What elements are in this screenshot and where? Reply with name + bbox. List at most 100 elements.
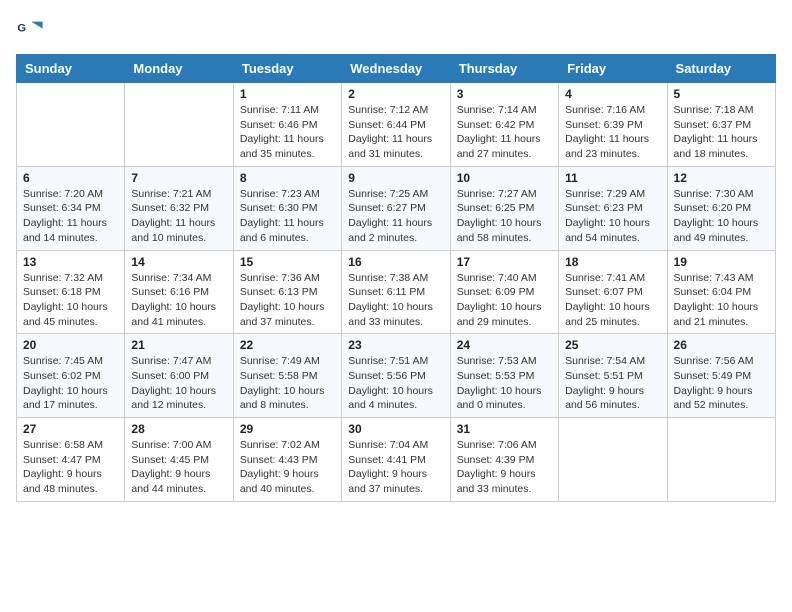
day-number: 29 xyxy=(240,422,335,436)
calendar-week-5: 27 Sunrise: 6:58 AMSunset: 4:47 PM Dayligh… xyxy=(17,418,776,502)
cell-info: Daylight: 10 hours and 8 minutes. xyxy=(240,384,335,413)
cell-info: Sunrise: 7:06 AM xyxy=(457,438,552,453)
cell-info: Sunset: 6:02 PM xyxy=(23,369,118,384)
calendar-cell: 17Sunrise: 7:40 AMSunset: 6:09 PMDayligh… xyxy=(450,250,558,334)
day-number: 26 xyxy=(674,338,769,352)
cell-info: Sunset: 5:53 PM xyxy=(457,369,552,384)
cell-info: Sunrise: 7:12 AM xyxy=(348,103,443,118)
day-number: 27 xyxy=(23,422,118,436)
cell-info: Sunset: 5:49 PM xyxy=(674,369,769,384)
day-number: 10 xyxy=(457,171,552,185)
cell-info: Daylight: 9 hours and 44 minutes. xyxy=(131,467,226,496)
cell-info: Daylight: 11 hours and 10 minutes. xyxy=(131,216,226,245)
cell-info: Daylight: 10 hours and 45 minutes. xyxy=(23,300,118,329)
cell-info: Daylight: 11 hours and 18 minutes. xyxy=(674,132,769,161)
page-header: G xyxy=(16,16,776,44)
cell-info: Sunrise: 7:36 AM xyxy=(240,271,335,286)
cell-info: Sunrise: 7:32 AM xyxy=(23,271,118,286)
day-number: 20 xyxy=(23,338,118,352)
cell-info: Daylight: 10 hours and 29 minutes. xyxy=(457,300,552,329)
cell-info: Sunrise: 7:51 AM xyxy=(348,354,443,369)
calendar-cell: 31 Sunrise: 7:06 AMSunset: 4:39 PMDayligh… xyxy=(450,418,558,502)
cell-info: Sunset: 4:39 PM xyxy=(457,453,552,468)
day-number: 2 xyxy=(348,87,443,101)
cell-info: Sunset: 4:41 PM xyxy=(348,453,443,468)
cell-info: Daylight: 9 hours and 33 minutes. xyxy=(457,467,552,496)
calendar-cell: 18Sunrise: 7:41 AMSunset: 6:07 PMDayligh… xyxy=(559,250,667,334)
calendar-cell: 14Sunrise: 7:34 AMSunset: 6:16 PMDayligh… xyxy=(125,250,233,334)
cell-info: Sunrise: 7:20 AM xyxy=(23,187,118,202)
cell-info: Sunset: 6:13 PM xyxy=(240,285,335,300)
cell-info: Sunset: 6:00 PM xyxy=(131,369,226,384)
day-number: 14 xyxy=(131,255,226,269)
day-header-sunday: Sunday xyxy=(17,55,125,83)
cell-info: Sunset: 6:44 PM xyxy=(348,118,443,133)
cell-info: Sunset: 5:56 PM xyxy=(348,369,443,384)
cell-info: Sunset: 6:32 PM xyxy=(131,201,226,216)
day-number: 9 xyxy=(348,171,443,185)
day-header-saturday: Saturday xyxy=(667,55,775,83)
logo-icon: G xyxy=(16,16,44,44)
day-number: 25 xyxy=(565,338,660,352)
cell-info: Sunrise: 7:11 AM xyxy=(240,103,335,118)
cell-info: Sunset: 6:09 PM xyxy=(457,285,552,300)
calendar-cell: 13Sunrise: 7:32 AMSunset: 6:18 PMDayligh… xyxy=(17,250,125,334)
cell-info: Sunrise: 7:04 AM xyxy=(348,438,443,453)
cell-info: Daylight: 9 hours and 37 minutes. xyxy=(348,467,443,496)
cell-info: Daylight: 10 hours and 37 minutes. xyxy=(240,300,335,329)
calendar-cell: 23Sunrise: 7:51 AMSunset: 5:56 PMDayligh… xyxy=(342,334,450,418)
cell-info: Daylight: 11 hours and 23 minutes. xyxy=(565,132,660,161)
calendar-cell: 11Sunrise: 7:29 AMSunset: 6:23 PMDayligh… xyxy=(559,166,667,250)
cell-info: Sunrise: 7:43 AM xyxy=(674,271,769,286)
cell-info: Daylight: 10 hours and 41 minutes. xyxy=(131,300,226,329)
calendar-cell: 4Sunrise: 7:16 AMSunset: 6:39 PMDaylight… xyxy=(559,83,667,167)
cell-info: Sunrise: 7:41 AM xyxy=(565,271,660,286)
cell-info: Daylight: 10 hours and 17 minutes. xyxy=(23,384,118,413)
calendar-cell: 19Sunrise: 7:43 AMSunset: 6:04 PMDayligh… xyxy=(667,250,775,334)
calendar-cell: 8Sunrise: 7:23 AMSunset: 6:30 PMDaylight… xyxy=(233,166,341,250)
cell-info: Daylight: 9 hours and 40 minutes. xyxy=(240,467,335,496)
svg-text:G: G xyxy=(17,22,26,34)
day-number: 18 xyxy=(565,255,660,269)
cell-info: Sunrise: 7:40 AM xyxy=(457,271,552,286)
day-number: 19 xyxy=(674,255,769,269)
cell-info: Sunrise: 7:34 AM xyxy=(131,271,226,286)
cell-info: Daylight: 10 hours and 12 minutes. xyxy=(131,384,226,413)
cell-info: Daylight: 11 hours and 6 minutes. xyxy=(240,216,335,245)
cell-info: Sunrise: 7:14 AM xyxy=(457,103,552,118)
calendar-cell: 25Sunrise: 7:54 AMSunset: 5:51 PMDayligh… xyxy=(559,334,667,418)
calendar-week-1: 1Sunrise: 7:11 AMSunset: 6:46 PMDaylight… xyxy=(17,83,776,167)
day-number: 3 xyxy=(457,87,552,101)
calendar-cell: 10Sunrise: 7:27 AMSunset: 6:25 PMDayligh… xyxy=(450,166,558,250)
cell-info: Sunrise: 7:23 AM xyxy=(240,187,335,202)
day-number: 15 xyxy=(240,255,335,269)
cell-info: Daylight: 9 hours and 52 minutes. xyxy=(674,384,769,413)
day-number: 31 xyxy=(457,422,552,436)
cell-info: Daylight: 10 hours and 21 minutes. xyxy=(674,300,769,329)
calendar-cell: 22Sunrise: 7:49 AMSunset: 5:58 PMDayligh… xyxy=(233,334,341,418)
calendar-cell: 20Sunrise: 7:45 AMSunset: 6:02 PMDayligh… xyxy=(17,334,125,418)
calendar-cell: 15 Sunrise: 7:36 AMSunset: 6:13 PMDayligh… xyxy=(233,250,341,334)
day-number: 21 xyxy=(131,338,226,352)
cell-info: Sunrise: 7:02 AM xyxy=(240,438,335,453)
cell-info: Sunset: 4:47 PM xyxy=(23,453,118,468)
cell-info: Sunset: 6:39 PM xyxy=(565,118,660,133)
calendar-cell: 3Sunrise: 7:14 AMSunset: 6:42 PMDaylight… xyxy=(450,83,558,167)
calendar-cell: 28Sunrise: 7:00 AMSunset: 4:45 PMDayligh… xyxy=(125,418,233,502)
cell-info: Sunrise: 6:58 AM xyxy=(23,438,118,453)
cell-info: Sunset: 5:51 PM xyxy=(565,369,660,384)
cell-info: Sunset: 6:11 PM xyxy=(348,285,443,300)
calendar-cell: 16Sunrise: 7:38 AMSunset: 6:11 PMDayligh… xyxy=(342,250,450,334)
calendar-cell: 9Sunrise: 7:25 AMSunset: 6:27 PMDaylight… xyxy=(342,166,450,250)
calendar-cell xyxy=(125,83,233,167)
cell-info: Daylight: 10 hours and 25 minutes. xyxy=(565,300,660,329)
cell-info: Sunset: 6:20 PM xyxy=(674,201,769,216)
cell-info: Daylight: 10 hours and 33 minutes. xyxy=(348,300,443,329)
day-number: 6 xyxy=(23,171,118,185)
day-number: 8 xyxy=(240,171,335,185)
calendar-cell: 27Sunrise: 6:58 AMSunset: 4:47 PMDayligh… xyxy=(17,418,125,502)
calendar-header-row: SundayMondayTuesdayWednesdayThursdayFrid… xyxy=(17,55,776,83)
cell-info: Sunset: 6:37 PM xyxy=(674,118,769,133)
calendar-cell: 29Sunrise: 7:02 AMSunset: 4:43 PMDayligh… xyxy=(233,418,341,502)
day-number: 28 xyxy=(131,422,226,436)
